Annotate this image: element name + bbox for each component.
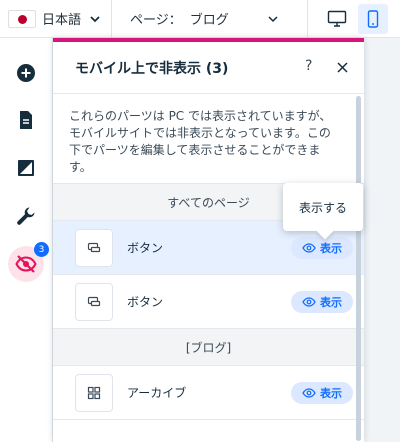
page-selector-prefix: ページ： bbox=[130, 13, 182, 28]
chevron-down-icon bbox=[90, 15, 100, 22]
mobile-icon bbox=[367, 9, 379, 28]
section-heading-blog: [ブログ] bbox=[53, 329, 364, 366]
editor-root: 日本語 ページ： ブログ 3 モバイル上で非表示 (3) ? これらのパーツは … bbox=[0, 0, 400, 442]
eye-off-icon bbox=[15, 255, 37, 273]
language-selector[interactable]: 日本語 bbox=[0, 0, 112, 38]
list-item[interactable]: ボタン 表示 bbox=[53, 275, 364, 329]
pages-button[interactable] bbox=[8, 102, 44, 138]
page-selector-value: ブログ bbox=[189, 13, 229, 28]
item-label: ボタン bbox=[127, 295, 164, 309]
theme-icon bbox=[18, 160, 34, 176]
mobile-view-button[interactable] bbox=[358, 3, 388, 34]
show-tooltip: 表示する bbox=[283, 183, 363, 231]
eye-icon bbox=[302, 297, 316, 307]
panel-header: モバイル上で非表示 (3) bbox=[53, 42, 364, 94]
item-label: アーカイブ bbox=[127, 386, 187, 400]
japan-flag-icon bbox=[8, 9, 36, 28]
page-icon bbox=[20, 111, 32, 129]
device-switcher bbox=[308, 0, 388, 38]
add-elements-button[interactable] bbox=[8, 55, 44, 91]
eye-icon bbox=[302, 243, 316, 253]
chevron-down-icon bbox=[268, 15, 278, 22]
show-button-label: 表示 bbox=[320, 296, 342, 309]
panel-description: これらのパーツは PC では表示されていますが、モバイルサイトでは非表示となって… bbox=[53, 94, 364, 184]
item-label: ボタン bbox=[127, 241, 164, 255]
panel-scrollbar[interactable] bbox=[356, 96, 361, 441]
language-label: 日本語 bbox=[42, 13, 82, 28]
left-rail: 3 bbox=[0, 38, 53, 442]
show-button[interactable]: 表示 bbox=[291, 237, 353, 259]
settings-tools-button[interactable] bbox=[8, 198, 44, 234]
show-button-label: 表示 bbox=[320, 387, 342, 400]
show-button[interactable]: 表示 bbox=[291, 291, 353, 313]
page-selector[interactable]: ページ： ブログ bbox=[112, 0, 308, 38]
close-button[interactable] bbox=[333, 58, 351, 76]
help-button[interactable]: ? bbox=[305, 58, 312, 74]
close-icon bbox=[336, 61, 348, 73]
button-element-icon bbox=[75, 282, 113, 321]
desktop-view-button[interactable] bbox=[322, 4, 352, 34]
top-bar: 日本語 ページ： ブログ bbox=[0, 0, 400, 38]
eye-icon bbox=[302, 388, 316, 398]
list-item[interactable]: アーカイブ 表示 bbox=[53, 366, 364, 420]
design-button[interactable] bbox=[8, 150, 44, 186]
button-element-icon bbox=[75, 228, 113, 267]
wrench-icon bbox=[17, 207, 35, 225]
show-button[interactable]: 表示 bbox=[291, 382, 353, 404]
archive-element-icon bbox=[75, 373, 113, 412]
add-circle-icon bbox=[17, 64, 35, 82]
hidden-on-mobile-panel: モバイル上で非表示 (3) ? これらのパーツは PC では表示されていますが、… bbox=[53, 38, 364, 442]
panel-title: モバイル上で非表示 (3) bbox=[75, 60, 229, 77]
show-button-label: 表示 bbox=[320, 242, 342, 255]
hidden-count-badge: 3 bbox=[34, 242, 49, 257]
desktop-icon bbox=[327, 10, 347, 27]
